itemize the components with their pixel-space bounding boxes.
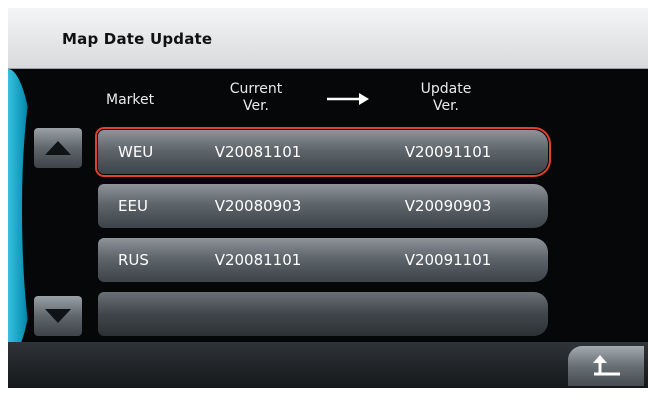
table-row-eeu[interactable]: EEU V20080903 V20090903 (98, 184, 548, 228)
map-update-screen: Map Date Update Market Current Ver. Upda… (8, 8, 648, 388)
table-row-rus[interactable]: RUS V20081101 V20091101 (98, 238, 548, 282)
scroll-up-button[interactable] (34, 128, 82, 168)
header-current-version: Current Ver. (216, 81, 296, 115)
back-return-icon (593, 355, 620, 376)
bottom-bar (8, 342, 648, 388)
row-current-version: V20080903 (214, 197, 302, 215)
table-header: Market Current Ver. Update Ver. (88, 74, 558, 124)
scroll-down-button[interactable] (34, 296, 82, 336)
header-market: Market (106, 92, 155, 108)
back-button[interactable] (568, 346, 644, 386)
row-current-version: V20081101 (214, 251, 302, 269)
header-update-line1: Update (420, 81, 472, 97)
page-title: Map Date Update (62, 30, 213, 48)
table-row-weu[interactable]: WEU V20081101 V20091101 (95, 127, 551, 177)
table-row-empty (98, 292, 548, 336)
header-update-version: Update Ver. (406, 81, 486, 115)
title-bar: Map Date Update (8, 8, 648, 69)
header-update-line2: Ver. (432, 98, 460, 114)
row-update-version: V20091101 (404, 251, 492, 269)
triangle-up-icon (45, 141, 71, 155)
row-current-version: V20081101 (214, 143, 302, 161)
row-market: WEU (118, 143, 154, 161)
row-market: EEU (118, 197, 148, 215)
header-current-line1: Current (229, 81, 283, 97)
triangle-down-icon (45, 309, 71, 323)
row-update-version: V20091101 (404, 143, 492, 161)
row-update-version: V20090903 (404, 197, 492, 215)
header-current-line2: Ver. (242, 98, 270, 114)
row-market: RUS (118, 251, 149, 269)
arrow-right-icon (327, 93, 369, 105)
